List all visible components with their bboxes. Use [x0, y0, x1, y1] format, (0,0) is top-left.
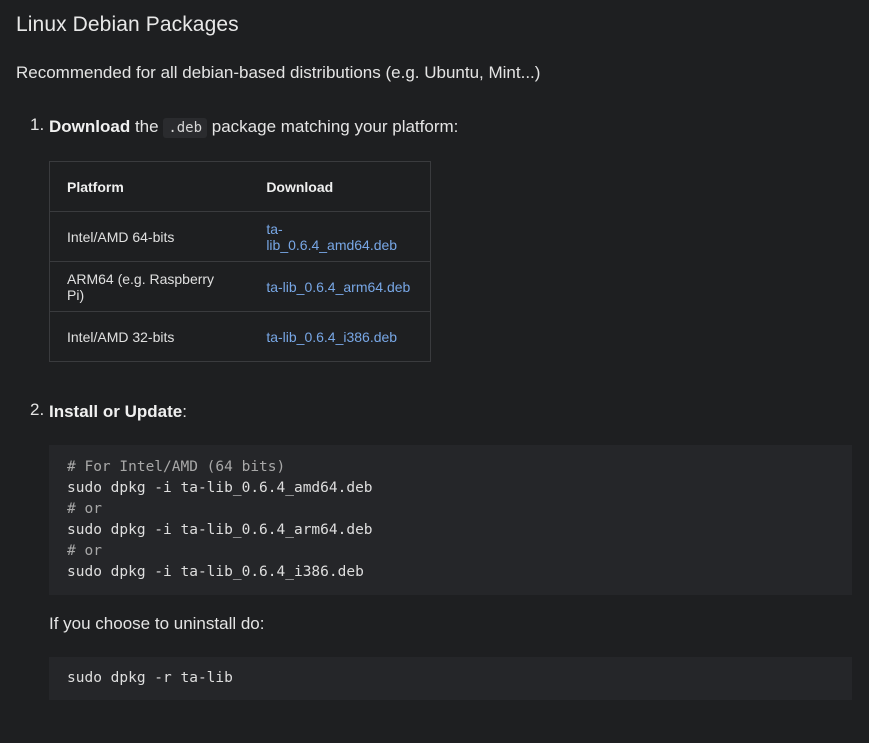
code-line: # or	[67, 543, 102, 559]
uninstall-text: If you choose to uninstall do:	[49, 614, 265, 633]
table-header-row: Platform Download	[49, 161, 431, 212]
page-title: Linux Debian Packages	[16, 13, 239, 36]
step-install: 2. Install or Update: # For Intel/AMD (6…	[16, 400, 869, 700]
intro-text: Recommended for all debian-based distrib…	[16, 63, 541, 82]
code-line: sudo dpkg -i ta-lib_0.6.4_arm64.deb	[67, 522, 373, 538]
step-download-text-before: the	[130, 117, 164, 136]
table-row: Intel/AMD 64-bits ta-lib_0.6.4_amd64.deb	[49, 211, 431, 262]
step-download-text-after: package matching your platform:	[207, 117, 459, 136]
downloads-table: Platform Download Intel/AMD 64-bits ta-l…	[49, 161, 431, 362]
code-line: # For Intel/AMD (64 bits)	[67, 459, 286, 475]
platform-cell: ARM64 (e.g. Raspberry Pi)	[49, 261, 250, 312]
platform-cell: Intel/AMD 64-bits	[49, 211, 250, 262]
download-link[interactable]: ta-lib_0.6.4_amd64.deb	[266, 221, 397, 253]
steps-list: 1. Download the .deb package matching yo…	[16, 115, 869, 700]
code-line: sudo dpkg -r ta-lib	[67, 670, 233, 686]
install-code-block[interactable]: # For Intel/AMD (64 bits) sudo dpkg -i t…	[49, 445, 852, 595]
platform-cell: Intel/AMD 32-bits	[67, 328, 175, 345]
step-number: 1.	[30, 115, 45, 134]
code-line: sudo dpkg -i ta-lib_0.6.4_amd64.deb	[67, 480, 373, 496]
code-line: # or	[67, 501, 102, 517]
step-install-heading: Install or Update:	[49, 400, 869, 424]
table-row: ARM64 (e.g. Raspberry Pi) ta-lib_0.6.4_a…	[49, 261, 431, 312]
step-install-bold: Install or Update	[49, 402, 183, 421]
uninstall-code-block[interactable]: sudo dpkg -r ta-lib	[49, 657, 852, 700]
download-link[interactable]: ta-lib_0.6.4_i386.deb	[266, 329, 397, 345]
step-download-bold: Download	[49, 117, 131, 136]
download-link[interactable]: ta-lib_0.6.4_arm64.deb	[266, 279, 410, 295]
step-number: 2.	[30, 400, 45, 419]
column-header-download: Download	[249, 161, 431, 212]
step-download-heading: Download the .deb package matching your …	[49, 115, 869, 140]
column-header-platform: Platform	[49, 161, 250, 212]
code-line: sudo dpkg -i ta-lib_0.6.4_i386.deb	[67, 564, 364, 580]
deb-inline-code: .deb	[163, 118, 208, 138]
step-download: 1. Download the .deb package matching yo…	[16, 115, 869, 362]
page: Linux Debian Packages Recommended for al…	[0, 0, 869, 743]
step-install-suffix: :	[182, 402, 187, 421]
table-row: Intel/AMD 32-bits ta-lib_0.6.4_i386.deb	[50, 312, 431, 362]
